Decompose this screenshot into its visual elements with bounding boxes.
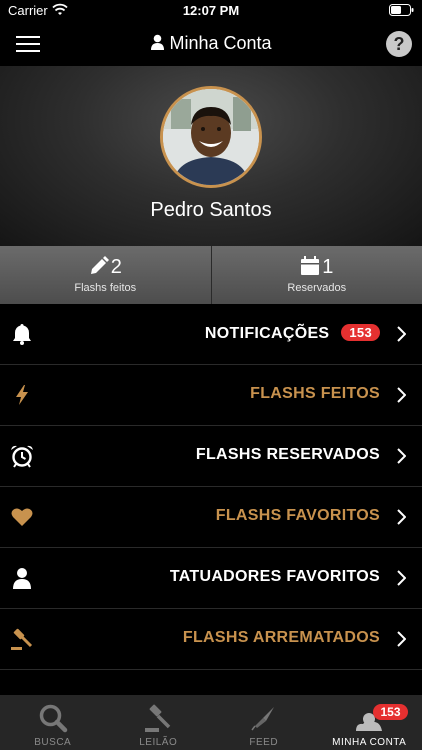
menu-item-flashs-favoritos[interactable]: FLASHS FAVORITOS bbox=[0, 487, 422, 548]
stats-bar: 2 Flashs feitos 1 Reservados bbox=[0, 246, 422, 304]
tab-label: MINHA CONTA bbox=[332, 737, 407, 748]
chevron-right-icon bbox=[397, 326, 406, 342]
account-notification-badge: 153 bbox=[373, 704, 408, 720]
gavel-icon bbox=[11, 628, 33, 650]
stat-flashs-feitos[interactable]: 2 Flashs feitos bbox=[0, 246, 211, 304]
stat-label: Flashs feitos bbox=[74, 282, 137, 294]
stat-label: Reservados bbox=[287, 282, 347, 294]
page-title: Minha Conta bbox=[0, 33, 422, 54]
notificacoes-label: NOTIFICAÇÕES bbox=[204, 325, 330, 342]
bell-icon bbox=[13, 324, 31, 345]
menu-item-flashs-feitos[interactable]: FLASHS FEITOS bbox=[0, 365, 422, 426]
menu-item-label: FLASHS FEITOS bbox=[250, 385, 380, 402]
clock: 12:07 PM bbox=[182, 3, 240, 18]
tab-minha-conta[interactable]: 153 MINHA CONTA bbox=[317, 695, 422, 750]
profile-header: Pedro Santos bbox=[0, 66, 422, 246]
gavel-icon bbox=[145, 704, 171, 732]
avatar-photo bbox=[163, 89, 259, 185]
needle-icon bbox=[251, 707, 274, 731]
page-title-text: Minha Conta bbox=[169, 33, 272, 53]
chevron-right-icon bbox=[397, 570, 406, 586]
menu-item-flashs-arrematados[interactable]: FLASHS ARREMATADOS bbox=[0, 609, 422, 670]
status-bar: Carrier 12:07 PM bbox=[0, 0, 422, 22]
account-menu: NOTIFICAÇÕES 153 FLASHS FEITOS FLASHS RES… bbox=[0, 304, 422, 710]
profile-name: Pedro Santos bbox=[150, 199, 272, 221]
tab-label: FEED bbox=[249, 737, 279, 748]
tab-bar: BUSCA LEILÃO FEED 153 MINHA CONTA bbox=[0, 695, 422, 750]
chevron-right-icon bbox=[397, 509, 406, 525]
menu-item-label: TATUADORES FAVORITOS bbox=[169, 568, 380, 585]
tab-label: LEILÃO bbox=[139, 737, 178, 748]
person-icon bbox=[151, 34, 165, 50]
stat-value: 1 bbox=[322, 256, 334, 278]
stat-reservados[interactable]: 1 Reservados bbox=[210, 246, 422, 304]
person-icon bbox=[13, 568, 31, 589]
menu-item-label: FLASHS RESERVADOS bbox=[195, 446, 380, 463]
chevron-right-icon bbox=[397, 631, 406, 647]
heart-icon bbox=[11, 508, 33, 526]
menu-item-tatuadores-favoritos[interactable]: TATUADORES FAVORITOS bbox=[0, 548, 422, 609]
menu-item-notificacoes[interactable]: NOTIFICAÇÕES 153 bbox=[0, 304, 422, 365]
calendar-icon bbox=[301, 256, 320, 275]
help-button[interactable]: ? bbox=[386, 31, 412, 57]
menu-item-label: FLASHS FAVORITOS bbox=[215, 507, 380, 524]
search-icon bbox=[39, 704, 67, 733]
stat-value: 2 bbox=[110, 256, 122, 278]
menu-item-label: NOTIFICAÇÕES 153 bbox=[205, 324, 380, 343]
chevron-right-icon bbox=[397, 387, 406, 403]
chevron-right-icon bbox=[397, 448, 406, 464]
tab-leilao[interactable]: LEILÃO bbox=[106, 695, 212, 750]
tab-busca[interactable]: BUSCA bbox=[0, 695, 106, 750]
tab-feed[interactable]: FEED bbox=[211, 695, 317, 750]
avatar[interactable] bbox=[160, 86, 262, 188]
lightning-icon bbox=[16, 385, 28, 405]
pencil-icon bbox=[90, 256, 109, 274]
battery-icon bbox=[389, 4, 414, 16]
notification-count-badge: 153 bbox=[341, 324, 380, 341]
alarm-clock-icon bbox=[11, 445, 33, 468]
menu-item-label: FLASHS ARREMATADOS bbox=[182, 629, 380, 646]
nav-bar: Minha Conta ? bbox=[0, 22, 422, 66]
tab-label: BUSCA bbox=[34, 737, 72, 748]
menu-item-flashs-reservados[interactable]: FLASHS RESERVADOS bbox=[0, 426, 422, 487]
